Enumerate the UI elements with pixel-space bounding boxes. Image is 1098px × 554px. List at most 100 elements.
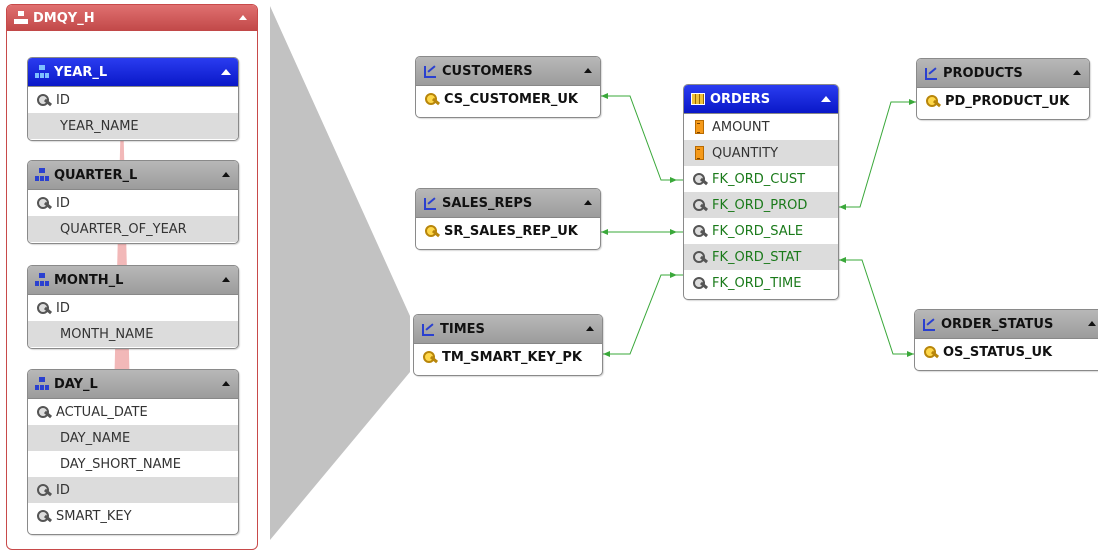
dimension-icon: [921, 316, 937, 332]
level-header[interactable]: MONTH_L: [28, 266, 238, 295]
hierarchy-header[interactable]: DMQY_H: [7, 5, 257, 31]
collapse-icon[interactable]: [821, 96, 831, 102]
attribute-row[interactable]: ACTUAL_DATE: [28, 399, 238, 425]
attribute-name: MONTH_NAME: [60, 326, 154, 342]
attribute-row[interactable]: ID: [28, 87, 238, 113]
key-icon: [923, 344, 939, 360]
fk-name: FK_ORD_STAT: [712, 249, 802, 265]
dimension-icon: [422, 195, 438, 211]
level-header[interactable]: DAY_L: [28, 370, 238, 399]
collapse-icon[interactable]: [239, 15, 247, 20]
connector-products: [839, 99, 916, 210]
key-icon: [36, 300, 52, 316]
key-icon: [424, 223, 440, 239]
measure-name: QUANTITY: [712, 145, 779, 161]
fk-row[interactable]: FK_ORD_PROD: [684, 192, 838, 218]
dimension-icon: [923, 65, 939, 81]
collapse-icon[interactable]: [1088, 321, 1096, 326]
level-name: MONTH_L: [54, 272, 124, 288]
level-name: YEAR_L: [54, 64, 108, 80]
attribute-row[interactable]: QUARTER_OF_YEAR: [28, 216, 238, 242]
attribute-row[interactable]: MONTH_NAME: [28, 321, 238, 347]
key-row[interactable]: SR_SALES_REP_UK: [416, 218, 600, 244]
collapse-icon[interactable]: [1073, 70, 1081, 75]
hierarchy-panel[interactable]: DMQY_H YEAR_L ID YEAR_NAME QUARTER_L ID …: [6, 4, 258, 550]
fk-row[interactable]: FK_ORD_CUST: [684, 166, 838, 192]
measure-row[interactable]: QUANTITY: [684, 140, 838, 166]
attribute-row[interactable]: ID: [28, 477, 238, 503]
fact-header[interactable]: ORDERS: [684, 85, 838, 114]
dimension-icon: [420, 321, 436, 337]
attribute-row[interactable]: DAY_NAME: [28, 425, 238, 451]
attribute-row[interactable]: SMART_KEY: [28, 503, 238, 529]
level-name: QUARTER_L: [54, 167, 138, 183]
table-icon: [690, 91, 706, 107]
key-icon: [424, 91, 440, 107]
level-day[interactable]: DAY_L ACTUAL_DATE DAY_NAME DAY_SHORT_NAM…: [27, 369, 239, 535]
key-icon: [36, 482, 52, 498]
attribute-name: ACTUAL_DATE: [56, 404, 148, 420]
attribute-name: ID: [56, 195, 70, 211]
fact-orders[interactable]: ORDERS AMOUNT QUANTITY FK_ORD_CUST FK_OR…: [683, 84, 839, 300]
level-header[interactable]: QUARTER_L: [28, 161, 238, 190]
level-quarter[interactable]: QUARTER_L ID QUARTER_OF_YEAR: [27, 160, 239, 244]
key-icon: [692, 249, 708, 265]
attribute-name: ID: [56, 92, 70, 108]
key-name: PD_PRODUCT_UK: [945, 93, 1070, 109]
dimension-times[interactable]: TIMES TM_SMART_KEY_PK: [413, 314, 603, 376]
fk-row[interactable]: FK_ORD_TIME: [684, 270, 838, 296]
attribute-name: SMART_KEY: [56, 508, 132, 524]
key-name: SR_SALES_REP_UK: [444, 223, 578, 239]
level-header[interactable]: YEAR_L: [28, 58, 238, 87]
key-name: OS_STATUS_UK: [943, 344, 1053, 360]
dimension-sales-reps[interactable]: SALES_REPS SR_SALES_REP_UK: [415, 188, 601, 250]
key-name: TM_SMART_KEY_PK: [442, 349, 582, 365]
dimension-header[interactable]: TIMES: [414, 315, 602, 344]
level-icon: [34, 64, 50, 80]
attribute-name: DAY_NAME: [60, 430, 131, 446]
dimension-header[interactable]: SALES_REPS: [416, 189, 600, 218]
attribute-name: YEAR_NAME: [60, 118, 139, 134]
fk-row[interactable]: FK_ORD_SALE: [684, 218, 838, 244]
key-icon: [36, 508, 52, 524]
collapse-icon[interactable]: [584, 68, 592, 73]
dimension-header[interactable]: PRODUCTS: [917, 59, 1089, 88]
attribute-row[interactable]: ID: [28, 295, 238, 321]
dimension-header[interactable]: CUSTOMERS: [416, 57, 600, 86]
hierarchy-icon: [13, 10, 29, 26]
key-row[interactable]: PD_PRODUCT_UK: [917, 88, 1089, 114]
connector-times: [603, 272, 683, 357]
dimension-customers[interactable]: CUSTOMERS CS_CUSTOMER_UK: [415, 56, 601, 118]
attribute-name: QUARTER_OF_YEAR: [60, 221, 187, 237]
collapse-icon[interactable]: [222, 172, 230, 177]
connector-order-status: [839, 257, 914, 357]
fk-name: FK_ORD_PROD: [712, 197, 808, 213]
level-month[interactable]: MONTH_L ID MONTH_NAME: [27, 265, 239, 349]
level-year[interactable]: YEAR_L ID YEAR_NAME: [27, 57, 239, 141]
fk-name: FK_ORD_TIME: [712, 275, 802, 291]
collapse-icon[interactable]: [584, 200, 592, 205]
key-row[interactable]: CS_CUSTOMER_UK: [416, 86, 600, 112]
key-icon: [36, 404, 52, 420]
measure-row[interactable]: AMOUNT: [684, 114, 838, 140]
key-icon: [36, 195, 52, 211]
collapse-icon[interactable]: [586, 326, 594, 331]
dimension-products[interactable]: PRODUCTS PD_PRODUCT_UK: [916, 58, 1090, 120]
connector-customers: [601, 93, 683, 183]
key-row[interactable]: TM_SMART_KEY_PK: [414, 344, 602, 370]
attribute-row[interactable]: ID: [28, 190, 238, 216]
dimension-icon: [422, 63, 438, 79]
key-icon: [925, 93, 941, 109]
dimension-order-status[interactable]: ORDER_STATUS OS_STATUS_UK: [914, 309, 1098, 371]
collapse-icon[interactable]: [222, 277, 230, 282]
fk-row[interactable]: FK_ORD_STAT: [684, 244, 838, 270]
collapse-icon[interactable]: [222, 381, 230, 386]
key-row[interactable]: OS_STATUS_UK: [915, 339, 1098, 365]
attribute-row[interactable]: DAY_SHORT_NAME: [28, 451, 238, 477]
measure-icon: [692, 119, 708, 135]
dimension-header[interactable]: ORDER_STATUS: [915, 310, 1098, 339]
collapse-icon[interactable]: [221, 69, 231, 75]
attribute-name: DAY_SHORT_NAME: [60, 456, 181, 472]
attribute-row[interactable]: YEAR_NAME: [28, 113, 238, 139]
level-name: DAY_L: [54, 376, 98, 392]
